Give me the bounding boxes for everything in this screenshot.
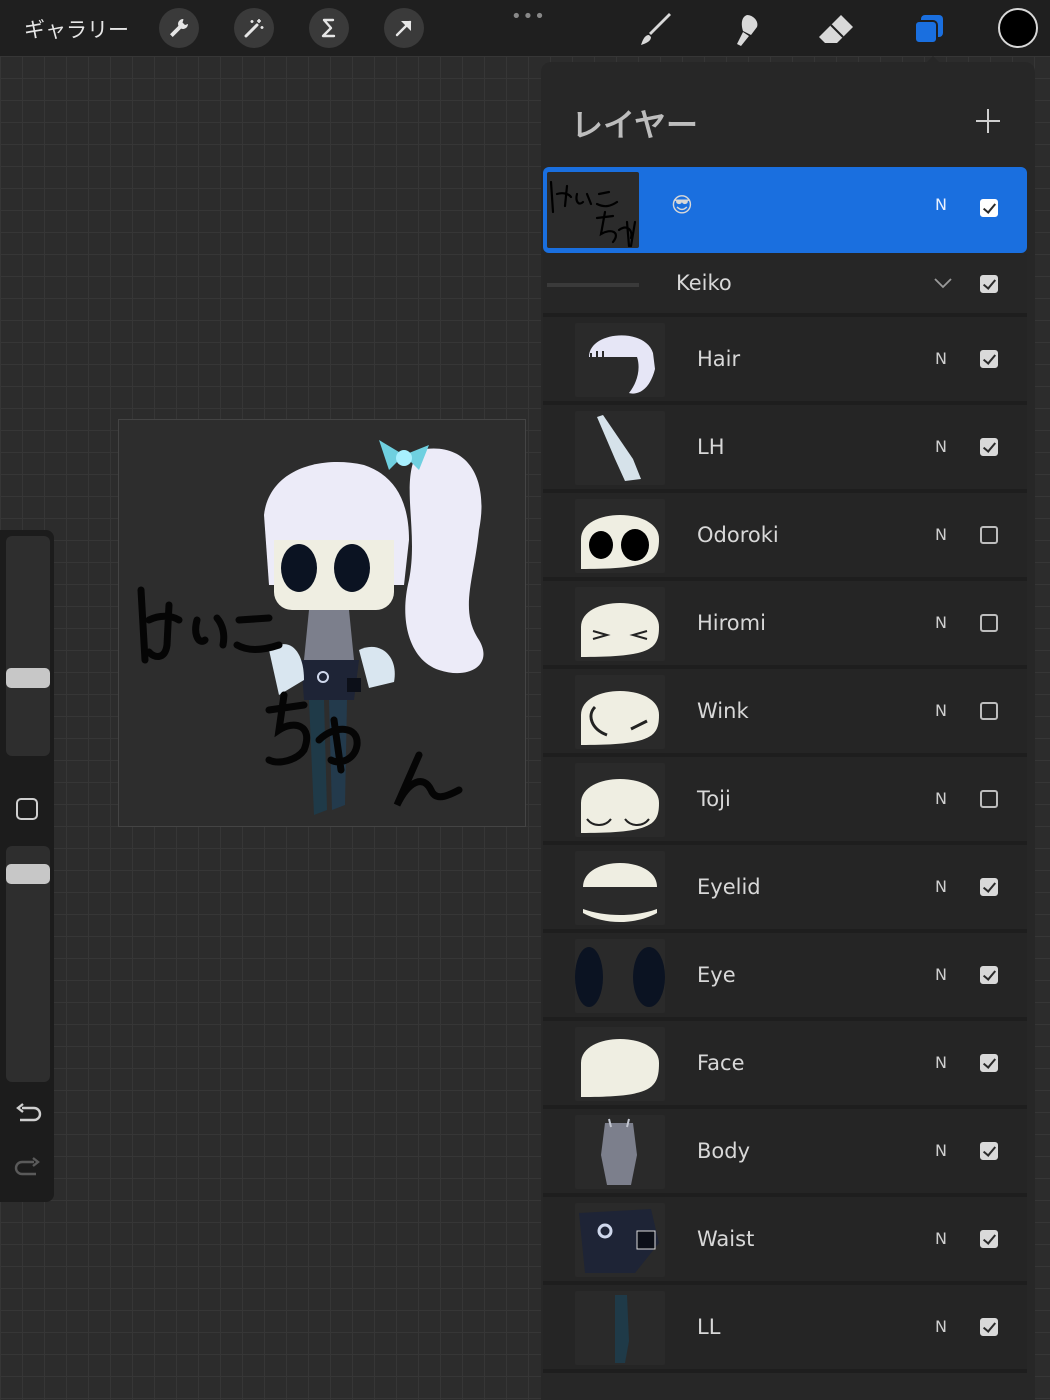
- layer-row-odoroki[interactable]: Odoroki N: [543, 493, 1027, 581]
- layer-thumbnail: [575, 1027, 665, 1101]
- visibility-checkbox[interactable]: [980, 275, 998, 293]
- smudge-icon[interactable]: [726, 10, 766, 50]
- visibility-checkbox[interactable]: [980, 966, 998, 984]
- layer-row-face[interactable]: Face N: [543, 1021, 1027, 1109]
- layer-thumbnail: [575, 763, 665, 837]
- layer-row-lh[interactable]: LH N: [543, 405, 1027, 493]
- layer-name: Eye: [697, 963, 736, 987]
- selection-icon[interactable]: [309, 8, 349, 48]
- artwork-canvas[interactable]: [118, 419, 526, 827]
- layer-name: Eyelid: [697, 875, 761, 899]
- group-thumbnail: [547, 283, 639, 287]
- blend-mode[interactable]: N: [935, 1141, 947, 1160]
- blend-mode[interactable]: N: [935, 613, 947, 632]
- layer-name: Toji: [697, 787, 731, 811]
- layer-row-eyelid[interactable]: Eyelid N: [543, 845, 1027, 933]
- visibility-checkbox[interactable]: [980, 1054, 998, 1072]
- gallery-button[interactable]: ギャラリー: [24, 14, 129, 44]
- layer-thumbnail: [575, 1291, 665, 1365]
- layer-thumbnail: [575, 939, 665, 1013]
- visibility-checkbox[interactable]: [980, 702, 998, 720]
- layer-thumbnail: [575, 1203, 665, 1277]
- layer-row-hair[interactable]: Hair N: [543, 317, 1027, 405]
- brush-size-thumb[interactable]: [6, 668, 50, 688]
- visibility-checkbox[interactable]: [980, 526, 998, 544]
- visibility-checkbox[interactable]: [980, 790, 998, 808]
- magic-wand-icon[interactable]: [234, 8, 274, 48]
- layer-name: Face: [697, 1051, 745, 1075]
- wrench-icon[interactable]: [159, 8, 199, 48]
- group-name: Keiko: [676, 271, 732, 295]
- visibility-checkbox[interactable]: [980, 199, 998, 217]
- layer-name: Waist: [697, 1227, 755, 1251]
- layer-thumbnail: [575, 323, 665, 397]
- visibility-checkbox[interactable]: [980, 1142, 998, 1160]
- blend-mode[interactable]: N: [935, 1053, 947, 1072]
- blend-mode[interactable]: N: [935, 437, 947, 456]
- blend-mode[interactable]: N: [935, 349, 947, 368]
- layer-row-wink[interactable]: Wink N: [543, 669, 1027, 757]
- layer-name: Hiromi: [697, 611, 766, 635]
- layer-row-waist[interactable]: Waist N: [543, 1197, 1027, 1285]
- blend-mode[interactable]: N: [935, 1229, 947, 1248]
- layers-panel-title: レイヤー: [571, 106, 699, 144]
- modify-button[interactable]: [16, 798, 38, 820]
- layer-name: 😎: [671, 193, 693, 217]
- transform-arrow-icon[interactable]: [384, 8, 424, 48]
- layer-thumbnail: [575, 675, 665, 749]
- top-toolbar: ギャラリー •••: [0, 0, 1050, 56]
- redo-icon[interactable]: [14, 1156, 42, 1180]
- chevron-down-icon[interactable]: [933, 273, 953, 293]
- brush-size-slider[interactable]: [6, 536, 50, 756]
- layer-name: Wink: [697, 699, 749, 723]
- layer-row-selected[interactable]: 😎 N: [543, 167, 1027, 253]
- character-illustration: [137, 440, 484, 815]
- blend-mode[interactable]: N: [935, 1317, 947, 1336]
- opacity-thumb[interactable]: [6, 864, 50, 884]
- layer-thumbnail: [547, 172, 639, 248]
- visibility-checkbox[interactable]: [980, 1230, 998, 1248]
- blend-mode[interactable]: N: [935, 701, 947, 720]
- layer-group-keiko[interactable]: Keiko: [543, 253, 1027, 317]
- layer-row-toji[interactable]: Toji N: [543, 757, 1027, 845]
- blend-mode[interactable]: N: [935, 195, 947, 214]
- layer-row-hiromi[interactable]: Hiromi N: [543, 581, 1027, 669]
- blend-mode[interactable]: N: [935, 525, 947, 544]
- layer-thumbnail: [575, 587, 665, 661]
- blend-mode[interactable]: N: [935, 877, 947, 896]
- add-layer-icon[interactable]: [973, 106, 1003, 136]
- layers-icon[interactable]: [908, 10, 948, 50]
- layer-thumbnail: [575, 851, 665, 925]
- visibility-checkbox[interactable]: [980, 438, 998, 456]
- layer-row-eye[interactable]: Eye N: [543, 933, 1027, 1021]
- layer-name: Odoroki: [697, 523, 779, 547]
- layer-name: Hair: [697, 347, 741, 371]
- visibility-checkbox[interactable]: [980, 1318, 998, 1336]
- layer-row-body[interactable]: Body N: [543, 1109, 1027, 1197]
- layer-thumbnail: [575, 499, 665, 573]
- undo-icon[interactable]: [14, 1102, 42, 1126]
- blend-mode[interactable]: N: [935, 965, 947, 984]
- layer-row-ll[interactable]: LL N: [543, 1285, 1027, 1373]
- brush-icon[interactable]: [636, 10, 676, 50]
- layer-thumbnail: [575, 411, 665, 485]
- eraser-icon[interactable]: [816, 10, 856, 50]
- layer-name: Body: [697, 1139, 751, 1163]
- layer-thumbnail: [575, 1115, 665, 1189]
- layer-name: LL: [697, 1315, 721, 1339]
- blend-mode[interactable]: N: [935, 789, 947, 808]
- visibility-checkbox[interactable]: [980, 350, 998, 368]
- layer-name: LH: [697, 435, 725, 459]
- visibility-checkbox[interactable]: [980, 614, 998, 632]
- color-swatch[interactable]: [998, 8, 1038, 48]
- visibility-checkbox[interactable]: [980, 878, 998, 896]
- more-options-icon[interactable]: •••: [511, 6, 546, 27]
